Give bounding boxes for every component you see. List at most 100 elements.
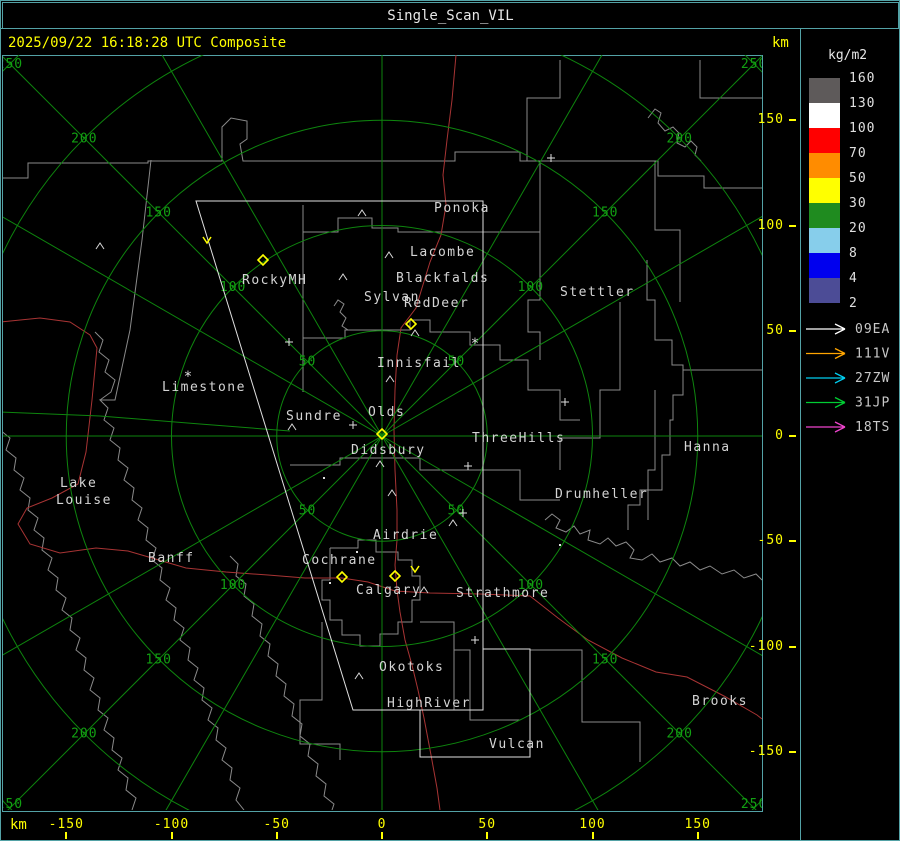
town-caret-icon [384,251,394,259]
azimuth-spoke [165,435,383,810]
map-canvas[interactable]: 50 5050 50100 100100 100150 150150 150200 20020… [3,55,762,810]
dot-marker-icon [559,544,561,546]
town-caret-icon [448,519,458,527]
azimuth-spoke [161,55,383,437]
range-ring-label: 100 [220,578,246,593]
city-label-cochrane: Cochrane [302,553,377,568]
bottom-axis-tick-label: 0 [377,817,387,832]
right-axis-tick-label: 100 [757,217,784,233]
dot-marker-icon [323,477,325,479]
latitude-line [3,411,291,432]
city-label-stettler: Stettler [560,285,635,300]
legend-color-box [809,128,840,153]
scan-arrow-legend: 09EA 111V 27ZW 31JP 18TS [806,322,890,435]
bottom-axis-tick [696,832,699,839]
legend-color-box [809,153,840,178]
town-caret-icon [385,375,395,383]
azimuth-spoke [3,56,383,437]
bottom-axis-tick [381,832,383,839]
plus-marker-icon [464,462,472,470]
scan-arrow-label: 18TS [855,420,890,435]
county-boundary-line [229,555,335,810]
scan-arrow-label: 111V [855,347,890,362]
city-label-louise: Louise [56,493,112,508]
right-axis-tick [789,435,796,437]
city-label-olds: Olds [368,405,405,420]
town-caret-icon [357,209,367,217]
bottom-axis-tick-label: 100 [579,817,606,832]
scan-arrow-icon [806,421,846,433]
county-boundary-line [299,622,341,760]
bottom-axis-tick-label: -100 [153,817,190,832]
radar-app-window: Single_Scan_VIL 2025/09/22 16:18:28 UTC … [0,0,900,841]
bottom-axis-unit-label: km [10,817,27,833]
right-axis-tick [789,645,796,648]
range-ring-label: 150 [592,652,618,667]
radar-site-diamond-icon [335,570,349,584]
asterisk-marker-icon: * [471,336,479,352]
right-axis-tick [789,224,796,227]
scan-arrow-label: 31JP [855,396,890,411]
legend-value-label: 2 [849,296,858,311]
scan-arrow-label: 27ZW [855,371,890,386]
city-label-banff: Banff [148,551,195,566]
city-label-reddeer: RedDeer [404,296,469,311]
county-boundary-line [333,299,349,331]
county-boundary-line [526,60,561,161]
range-ring-label: 150 [145,206,171,221]
city-label-brooks: Brooks [692,694,748,709]
city-label-rockymh: RockyMH [242,273,307,288]
right-axis-tick-label: -50 [757,533,784,549]
scan-arrow-icon [806,372,846,384]
city-label-threehills: ThreeHills [472,431,565,446]
legend-color-box [809,278,840,303]
right-axis-tick [789,119,796,122]
city-label-vulcan: Vulcan [489,737,545,752]
town-caret-icon [95,242,105,250]
radar-site-diamond-icon [388,569,402,583]
range-ring-label: 150 [145,652,171,667]
right-axis-tick [789,750,796,753]
bottom-axis-tick-label: -150 [48,817,84,832]
range-ring-label: 200 [666,727,692,742]
scan-arrow-icon [806,347,846,360]
right-axis-tick-label: -100 [748,638,784,654]
scan-arrow-icon [806,323,846,335]
right-axis-tick-label: -150 [748,743,784,759]
city-label-innisfail: Innisfail [377,356,461,371]
city-label-sundre: Sundre [286,409,342,424]
town-caret-icon [410,329,420,337]
city-label-ponoka: Ponoka [434,201,490,216]
legend-value-label: 8 [849,246,858,261]
city-label-airdrie: Airdrie [373,528,438,543]
county-boundary-line [544,513,762,581]
right-axis-tick [789,329,796,332]
plus-marker-icon [471,636,479,644]
legend-value-label: 160 [849,71,876,86]
range-ring-label: 50 [299,503,317,518]
bottom-axis-tick-label: -50 [263,817,290,832]
range-ring-label: 250 [741,797,762,810]
legend-color-box [809,78,840,103]
city-label-hanna: Hanna [684,440,731,455]
legend-color-box [809,203,840,228]
scan-arrow-label: 09EA [855,322,890,337]
bottom-axis-tick [591,832,594,839]
legend-unit-label: kg/m2 [828,48,868,63]
city-label-calgary: Calgary [356,583,421,598]
city-label-okotoks: Okotoks [379,660,444,675]
range-ring-label: 250 [741,57,762,72]
town-caret-icon [387,489,397,497]
town-caret-icon [287,423,297,431]
map-layers: 50 5050 50100 100100 100150 150150 150200 20020… [3,55,762,810]
bottom-axis-tick [170,832,173,839]
city-label-highriver: HighRiver [387,696,471,711]
range-ring-label: 250 [3,57,23,72]
range-ring-label: 150 [592,206,618,221]
legend-value-label: 50 [849,171,867,186]
town-caret-icon [375,460,385,468]
town-caret-icon [338,273,348,281]
legend-color-box [809,228,840,253]
right-axis-tick-label: 0 [775,428,784,443]
bottom-axis-tick [275,832,278,839]
